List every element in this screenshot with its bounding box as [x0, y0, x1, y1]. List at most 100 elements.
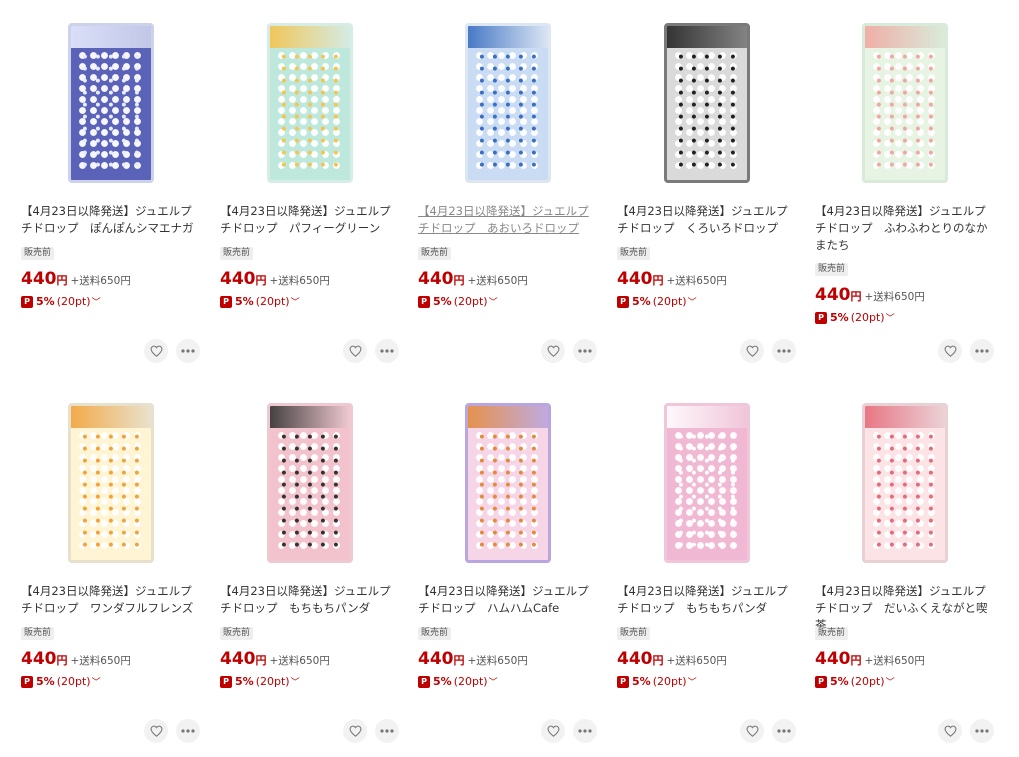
- more-options-button[interactable]: [772, 719, 796, 743]
- more-dots-icon: [578, 729, 592, 733]
- point-rate: 5%: [830, 311, 849, 324]
- more-options-button[interactable]: [772, 339, 796, 363]
- point-rate: 5%: [433, 295, 452, 308]
- point-info[interactable]: P 5% (20pt) ﹀: [21, 295, 101, 308]
- product-image[interactable]: [862, 23, 948, 183]
- product-image[interactable]: [664, 23, 750, 183]
- product-image[interactable]: [68, 23, 154, 183]
- more-options-button[interactable]: [970, 339, 994, 363]
- more-options-button[interactable]: [375, 339, 399, 363]
- currency-label: 円: [850, 290, 862, 303]
- chevron-down-icon: ﹀: [885, 678, 895, 688]
- heart-icon: [547, 725, 559, 737]
- favorite-button[interactable]: [740, 719, 764, 743]
- heart-icon: [547, 345, 559, 357]
- point-info[interactable]: P 5% (20pt) ﹀: [220, 675, 300, 688]
- favorite-button[interactable]: [541, 339, 565, 363]
- product-card[interactable]: 【4月23日以降発送】ジュエルプチドロップ だいふくえながと喫茶 販売前 440…: [815, 403, 995, 743]
- product-image[interactable]: [465, 23, 551, 183]
- product-card[interactable]: 【4月23日以降発送】ジュエルプチドロップ パフィーグリーン 販売前 440円 +…: [220, 23, 400, 363]
- more-options-button[interactable]: [375, 719, 399, 743]
- product-title[interactable]: 【4月23日以降発送】ジュエルプチドロップ もちもちパンダ: [220, 583, 400, 617]
- product-card[interactable]: 【4月23日以降発送】ジュエルプチドロップ あおいろドロップ 販売前 440円 +…: [418, 23, 598, 363]
- product-image[interactable]: [862, 403, 948, 563]
- point-info[interactable]: P 5% (20pt) ﹀: [418, 295, 498, 308]
- chevron-down-icon: ﹀: [290, 678, 300, 688]
- product-card[interactable]: 【4月23日以降発送】ジュエルプチドロップ ハムハムCafe 販売前 440円 +…: [418, 403, 598, 743]
- product-card[interactable]: 【4月23日以降発送】ジュエルプチドロップ ワンダフルフレンズ 販売前 440円…: [21, 403, 201, 743]
- favorite-button[interactable]: [938, 719, 962, 743]
- point-info[interactable]: P 5% (20pt) ﹀: [617, 675, 697, 688]
- product-title[interactable]: 【4月23日以降発送】ジュエルプチドロップ くろいろドロップ: [617, 203, 797, 237]
- shipping-fee: +送料650円: [864, 655, 925, 667]
- more-dots-icon: [380, 349, 394, 353]
- product-title[interactable]: 【4月23日以降発送】ジュエルプチドロップ もちもちパンダ: [617, 583, 797, 617]
- product-image[interactable]: [267, 23, 353, 183]
- product-card[interactable]: 【4月23日以降発送】ジュエルプチドロップ ぽんぽんシマエナガ 販売前 440円…: [21, 23, 201, 363]
- product-title[interactable]: 【4月23日以降発送】ジュエルプチドロップ ふわふわとりのなかまたち: [815, 203, 995, 254]
- package-header: [865, 406, 945, 428]
- product-image[interactable]: [664, 403, 750, 563]
- favorite-button[interactable]: [541, 719, 565, 743]
- point-rate: 5%: [235, 675, 254, 688]
- price: 440円 +送料650円: [617, 649, 727, 669]
- product-image[interactable]: [267, 403, 353, 563]
- sticker-accent-pattern: [871, 430, 939, 552]
- favorite-button[interactable]: [343, 719, 367, 743]
- package-header: [71, 406, 151, 428]
- favorite-button[interactable]: [740, 339, 764, 363]
- heart-icon: [150, 725, 162, 737]
- point-info[interactable]: P 5% (20pt) ﹀: [617, 295, 697, 308]
- chevron-down-icon: ﹀: [687, 678, 697, 688]
- status-badge: 販売前: [220, 247, 254, 260]
- product-card[interactable]: 【4月23日以降発送】ジュエルプチドロップ もちもちパンダ 販売前 440円 +送…: [617, 403, 797, 743]
- chevron-down-icon: ﹀: [488, 298, 498, 308]
- package-header: [270, 26, 350, 48]
- product-card[interactable]: 【4月23日以降発送】ジュエルプチドロップ もちもちパンダ 販売前 440円 +送…: [220, 403, 400, 743]
- product-image[interactable]: [465, 403, 551, 563]
- product-title[interactable]: 【4月23日以降発送】ジュエルプチドロップ あおいろドロップ: [418, 203, 598, 237]
- product-card[interactable]: 【4月23日以降発送】ジュエルプチドロップ くろいろドロップ 販売前 440円 +…: [617, 23, 797, 363]
- status-badge: 販売前: [617, 627, 651, 640]
- point-info[interactable]: P 5% (20pt) ﹀: [418, 675, 498, 688]
- more-options-button[interactable]: [970, 719, 994, 743]
- currency-label: 円: [56, 274, 68, 287]
- product-card[interactable]: 【4月23日以降発送】ジュエルプチドロップ ふわふわとりのなかまたち 販売前 4…: [815, 23, 995, 363]
- sticker-accent-pattern: [673, 430, 741, 552]
- product-title[interactable]: 【4月23日以降発送】ジュエルプチドロップ パフィーグリーン: [220, 203, 400, 237]
- sticker-accent-pattern: [673, 50, 741, 172]
- package-header: [468, 26, 548, 48]
- more-dots-icon: [578, 349, 592, 353]
- more-options-button[interactable]: [573, 339, 597, 363]
- point-info[interactable]: P 5% (20pt) ﹀: [220, 295, 300, 308]
- product-image[interactable]: [68, 403, 154, 563]
- more-options-button[interactable]: [573, 719, 597, 743]
- rakuten-point-icon: P: [21, 295, 33, 308]
- point-info[interactable]: P 5% (20pt) ﹀: [815, 311, 895, 324]
- shipping-fee: +送料650円: [70, 275, 131, 287]
- favorite-button[interactable]: [144, 339, 168, 363]
- product-title[interactable]: 【4月23日以降発送】ジュエルプチドロップ ワンダフルフレンズ: [21, 583, 201, 617]
- rakuten-point-icon: P: [815, 311, 827, 324]
- point-amount: (20pt): [453, 675, 488, 688]
- point-info[interactable]: P 5% (20pt) ﹀: [815, 675, 895, 688]
- more-dots-icon: [975, 729, 989, 733]
- status-badge: 販売前: [418, 627, 452, 640]
- point-rate: 5%: [36, 295, 55, 308]
- more-options-button[interactable]: [176, 339, 200, 363]
- product-title[interactable]: 【4月23日以降発送】ジュエルプチドロップ ぽんぽんシマエナガ: [21, 203, 201, 237]
- favorite-button[interactable]: [144, 719, 168, 743]
- more-options-button[interactable]: [176, 719, 200, 743]
- point-amount: (20pt): [850, 311, 885, 324]
- price: 440円 +送料650円: [220, 649, 330, 669]
- rakuten-point-icon: P: [617, 675, 629, 688]
- point-rate: 5%: [36, 675, 55, 688]
- price-value: 440: [21, 649, 57, 669]
- favorite-button[interactable]: [343, 339, 367, 363]
- price-value: 440: [815, 649, 851, 669]
- status-badge: 販売前: [815, 627, 849, 640]
- point-info[interactable]: P 5% (20pt) ﹀: [21, 675, 101, 688]
- product-title[interactable]: 【4月23日以降発送】ジュエルプチドロップ ハムハムCafe: [418, 583, 598, 617]
- favorite-button[interactable]: [938, 339, 962, 363]
- price: 440円 +送料650円: [21, 649, 131, 669]
